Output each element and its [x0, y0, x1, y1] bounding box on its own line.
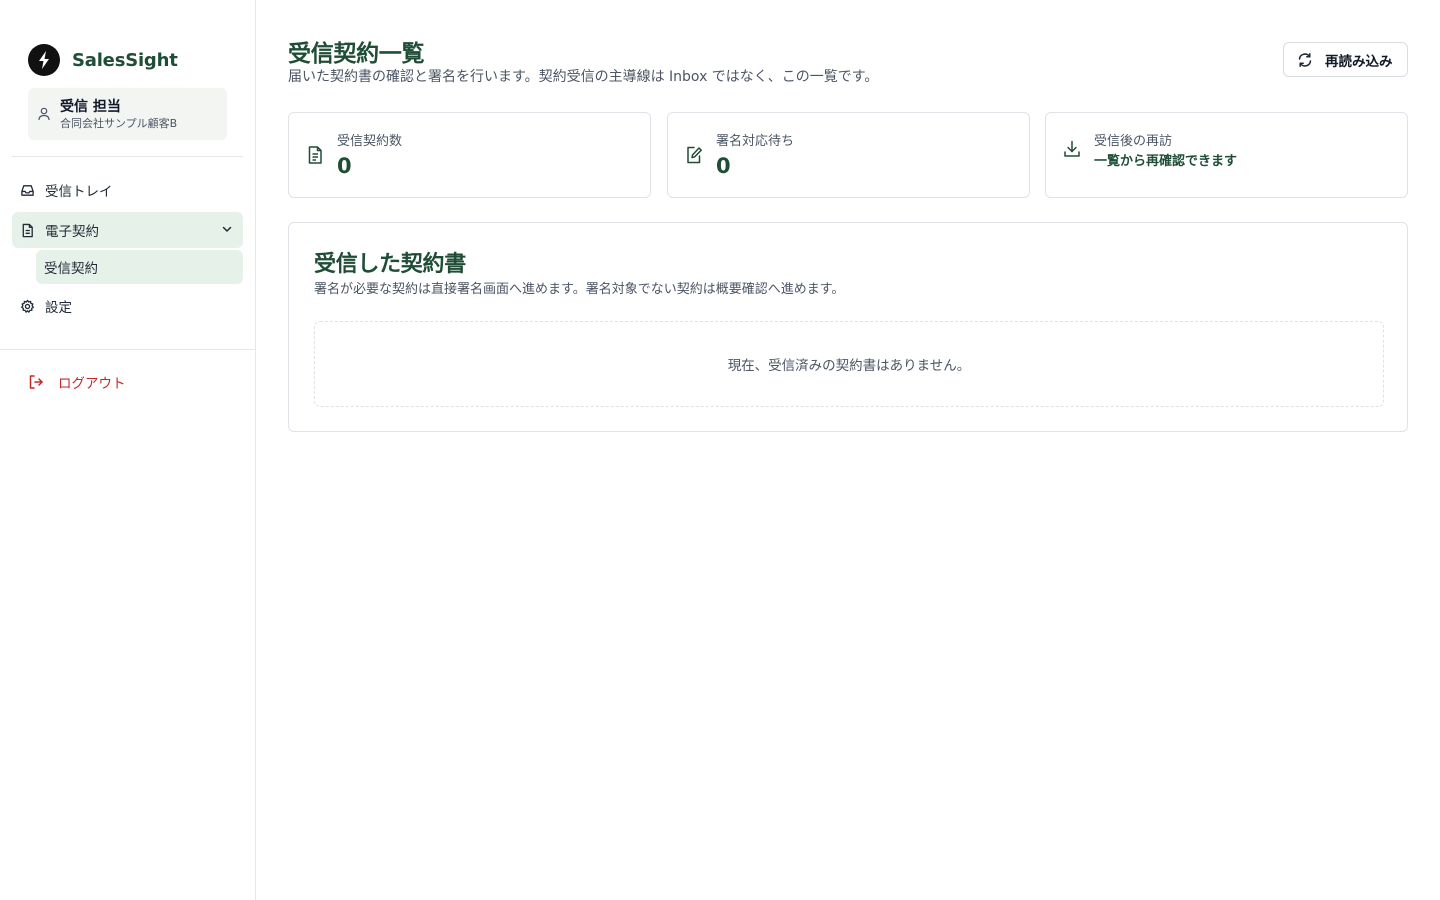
user-card[interactable]: 受信 担当 合同会社サンプル顧客B: [28, 88, 227, 140]
sidebar-subitem-received-contracts[interactable]: 受信契約: [36, 250, 243, 284]
main-content: 受信契約一覧 届いた契約書の確認と署名を行います。契約受信の主導線は Inbox…: [256, 0, 1440, 900]
sidebar-item-e-contract[interactable]: 電子契約: [12, 212, 243, 248]
stat-label: 受信後の再訪: [1094, 134, 1173, 149]
sidebar-item-label: 電子契約: [45, 224, 99, 240]
brand-logo-icon: [28, 44, 60, 76]
reload-button[interactable]: 再読み込み: [1283, 42, 1408, 77]
empty-state-message: 現在、受信済みの契約書はありません。: [727, 358, 971, 374]
panel-subtitle: 署名が必要な契約は直接署名画面へ進めます。署名対象でない契約は概要確認へ進めます…: [314, 282, 845, 297]
sidebar-item-settings[interactable]: 設定: [12, 288, 243, 324]
stat-card-revisit: 受信後の再訪 一覧から再確認できます: [1045, 112, 1408, 198]
logout-icon: [28, 374, 44, 390]
panel-title: 受信した契約書: [314, 252, 466, 277]
brand[interactable]: SalesSight: [28, 44, 178, 76]
file-text-icon: [305, 145, 325, 165]
logout-label: ログアウト: [58, 376, 126, 392]
sidebar-item-label: 受信トレイ: [45, 184, 113, 200]
inbox-icon: [20, 183, 35, 198]
sidebar-divider: [12, 156, 243, 157]
reload-label: 再読み込み: [1325, 53, 1393, 69]
stat-value: 0: [337, 154, 352, 178]
user-icon: [38, 107, 50, 121]
stat-label: 受信契約数: [337, 134, 403, 149]
empty-state: 現在、受信済みの契約書はありません。: [314, 321, 1384, 407]
user-org: 合同会社サンプル顧客B: [60, 116, 178, 130]
sidebar: SalesSight 受信 担当 合同会社サンプル顧客B 受信トレイ 電子契約 …: [0, 0, 256, 900]
received-contracts-panel: 受信した契約書 署名が必要な契約は直接署名画面へ進めます。署名対象でない契約は概…: [288, 222, 1408, 432]
brand-name: SalesSight: [72, 49, 178, 71]
stat-label: 署名対応待ち: [716, 134, 795, 149]
refresh-icon: [1297, 52, 1313, 68]
page-subtitle: 届いた契約書の確認と署名を行います。契約受信の主導線は Inbox ではなく、こ…: [288, 69, 879, 85]
stat-card-received-count: 受信契約数 0: [288, 112, 651, 198]
gear-icon: [20, 299, 35, 314]
stat-card-pending-signature: 署名対応待ち 0: [667, 112, 1030, 198]
stat-value: 0: [716, 154, 731, 178]
user-name: 受信 担当: [60, 98, 121, 115]
logout-button[interactable]: ログアウト: [28, 372, 126, 392]
page-title: 受信契約一覧: [288, 41, 425, 67]
sidebar-subitem-label: 受信契約: [44, 261, 98, 277]
sidebar-item-inbox[interactable]: 受信トレイ: [12, 172, 243, 208]
download-icon: [1062, 139, 1082, 159]
sidebar-divider: [0, 349, 256, 350]
stat-subtext: 一覧から再確認できます: [1094, 154, 1238, 169]
edit-icon: [684, 145, 704, 165]
document-icon: [20, 223, 35, 238]
sidebar-item-label: 設定: [45, 300, 72, 316]
chevron-down-icon[interactable]: [221, 223, 233, 235]
